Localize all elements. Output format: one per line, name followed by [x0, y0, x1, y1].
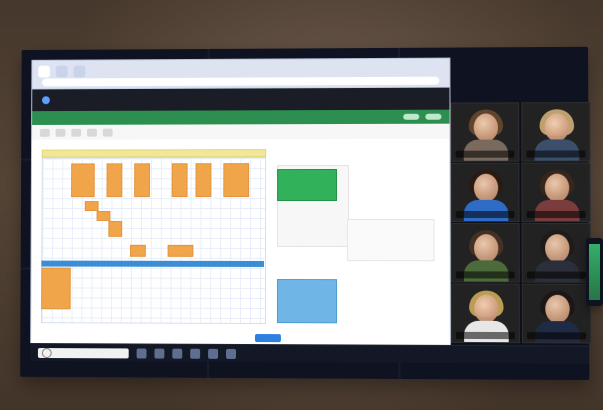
participant-name-label: [455, 210, 515, 219]
browser-tab[interactable]: [55, 65, 68, 78]
participant-name-label: [455, 150, 515, 158]
participant-tile: [450, 162, 520, 223]
participant-face: [544, 173, 570, 202]
ribbon-control[interactable]: [425, 113, 442, 120]
app-icon[interactable]: [172, 348, 183, 359]
search-icon: [41, 347, 52, 358]
participant-face: [473, 173, 499, 202]
spreadsheet-canvas: [31, 138, 450, 345]
participant-name-label: [455, 271, 515, 279]
highlighted-cell: [108, 220, 123, 237]
participant-face: [545, 294, 570, 324]
highlighted-cell: [129, 244, 146, 257]
highlighted-cells: [223, 163, 250, 198]
highlighted-blue-block: [276, 279, 338, 324]
app-icon[interactable]: [136, 347, 147, 359]
browser-tabs: [38, 64, 443, 78]
participant-tile: [521, 283, 592, 344]
app-icon[interactable]: [190, 348, 201, 359]
participant-face: [474, 294, 499, 323]
toolbar-icon[interactable]: [87, 128, 97, 137]
participant-name-label: [526, 210, 586, 219]
browser-window: [30, 57, 451, 346]
participant-tile: [450, 102, 520, 162]
taskbar: [30, 343, 590, 364]
participant-tile: [450, 223, 520, 283]
participant-name-label: [455, 331, 515, 340]
participant-tile: [521, 162, 591, 223]
participant-face: [544, 234, 570, 263]
app-icon[interactable]: [154, 348, 165, 359]
participant-tile: [521, 102, 591, 162]
toolbar-icon[interactable]: [39, 128, 50, 137]
browser-tab[interactable]: [73, 65, 86, 78]
notes-box: [347, 219, 435, 262]
browser-tab[interactable]: [38, 65, 51, 78]
highlighted-cells: [195, 163, 212, 198]
highlighted-green-block: [277, 168, 338, 202]
spreadsheet-ribbon: [32, 109, 450, 125]
participant-name-label: [526, 271, 586, 279]
video-wall-display: [20, 46, 592, 381]
taskbar-search[interactable]: [37, 347, 129, 358]
address-bar[interactable]: [42, 76, 440, 87]
side-device: [586, 238, 603, 306]
app-icon[interactable]: [226, 348, 236, 359]
highlighted-cell: [96, 211, 111, 221]
participant-face: [544, 113, 570, 142]
ribbon-control[interactable]: [403, 113, 420, 120]
participant-name-label: [527, 332, 587, 340]
participant-tile: [450, 283, 520, 344]
highlighted-cells: [41, 267, 71, 310]
app-icon[interactable]: [208, 348, 219, 359]
highlighted-cell: [84, 201, 99, 212]
participant-name-label: [526, 150, 586, 158]
highlighted-cells: [134, 163, 151, 198]
participant-face: [473, 113, 499, 142]
participants-panel: [450, 102, 592, 345]
toolbar-icon[interactable]: [102, 128, 113, 137]
meeting-header: [32, 87, 450, 112]
participant-face: [473, 234, 499, 263]
highlighted-cells: [171, 163, 188, 198]
side-device-screen: [589, 244, 600, 300]
meeting-icon: [42, 96, 50, 105]
highlighted-strip: [41, 260, 265, 267]
browser-chrome: [32, 58, 450, 90]
ribbon-controls: [403, 113, 442, 120]
selection-indicator: [254, 334, 281, 343]
highlighted-cell: [167, 244, 194, 257]
highlighted-cells: [71, 163, 95, 198]
highlighted-cells: [106, 163, 123, 198]
toolbar-icon[interactable]: [71, 128, 82, 137]
participant-tile: [521, 223, 592, 283]
toolbar-icon[interactable]: [55, 128, 66, 137]
